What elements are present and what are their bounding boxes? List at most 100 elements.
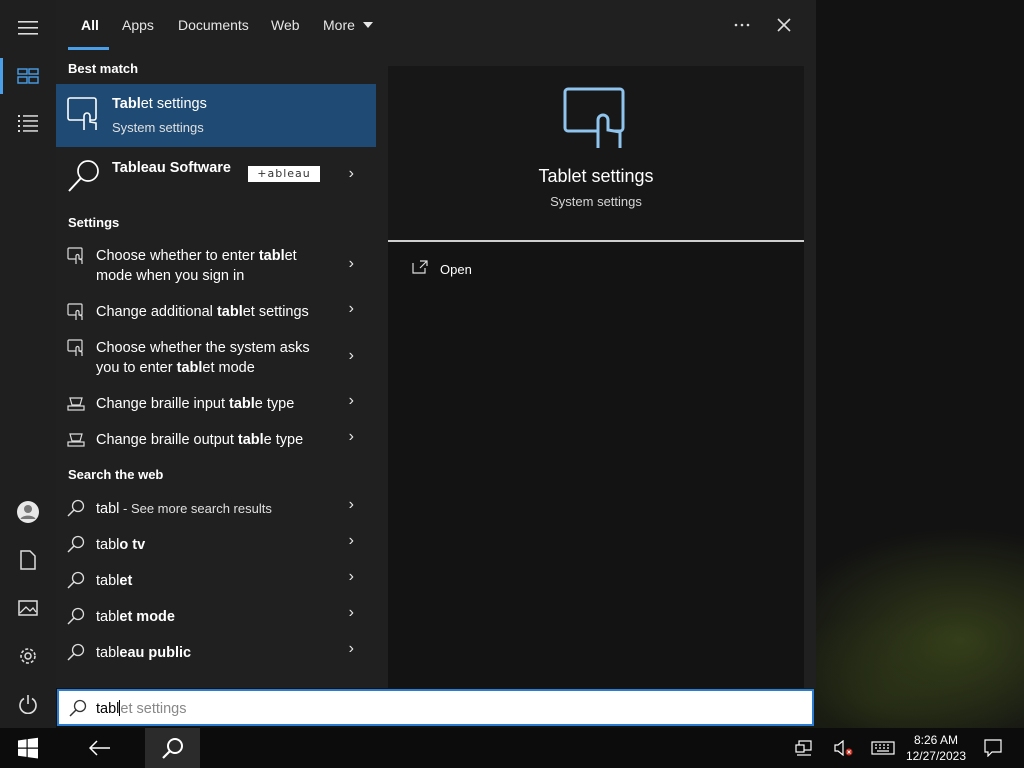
best-match-header: Best match bbox=[68, 61, 139, 76]
pictures-button[interactable] bbox=[0, 584, 56, 632]
search-icon bbox=[69, 699, 87, 717]
volume-button[interactable] bbox=[830, 728, 858, 768]
clock-time: 8:26 AM bbox=[913, 733, 958, 747]
clock-date: 12/27/2023 bbox=[905, 749, 966, 763]
web-search-item[interactable]: tabl - See more search results › bbox=[56, 496, 376, 522]
tablet-mode-icon bbox=[67, 303, 83, 320]
braille-icon bbox=[67, 397, 85, 411]
results-list: Best match Tablet settings System settin… bbox=[56, 52, 376, 688]
tab-more[interactable]: More bbox=[323, 17, 373, 33]
web-search-item[interactable]: tablet › bbox=[56, 568, 376, 594]
gear-icon bbox=[20, 648, 36, 664]
detail-subtitle: System settings bbox=[550, 194, 642, 209]
settings-item[interactable]: Change additional tablet settings › bbox=[56, 300, 376, 326]
chevron-right-icon[interactable]: › bbox=[349, 496, 354, 514]
chevron-right-icon[interactable]: › bbox=[349, 300, 354, 318]
best-match-item[interactable]: Tablet settings System settings bbox=[56, 84, 376, 147]
tableau-title: Tableau Software bbox=[112, 160, 231, 176]
power-icon bbox=[19, 695, 37, 714]
close-button[interactable] bbox=[772, 14, 796, 36]
tab-web[interactable]: Web bbox=[271, 17, 300, 33]
braille-icon bbox=[67, 433, 85, 447]
power-button[interactable] bbox=[0, 680, 56, 728]
all-apps-button[interactable] bbox=[0, 99, 56, 147]
clock[interactable]: 8:26 AM 12/27/2023 bbox=[906, 732, 966, 764]
home-grid-icon bbox=[17, 68, 39, 84]
chevron-right-icon[interactable]: › bbox=[349, 532, 354, 550]
tablet-mode-icon bbox=[67, 247, 83, 264]
back-arrow-icon bbox=[89, 740, 110, 756]
chevron-right-icon[interactable]: › bbox=[349, 392, 354, 410]
close-icon bbox=[777, 18, 791, 32]
open-action[interactable]: Open bbox=[408, 258, 528, 282]
list-icon bbox=[18, 115, 38, 132]
caret-down-icon bbox=[362, 22, 373, 28]
start-button[interactable] bbox=[0, 728, 56, 768]
touch-keyboard-button[interactable] bbox=[868, 728, 898, 768]
home-button[interactable] bbox=[0, 52, 56, 100]
tab-all[interactable]: All bbox=[81, 17, 99, 33]
detail-pane: Tablet settings System settings Open bbox=[388, 66, 804, 688]
tablet-settings-icon bbox=[67, 97, 97, 130]
detail-header: Tablet settings System settings bbox=[388, 66, 804, 242]
account-button[interactable] bbox=[0, 488, 56, 536]
best-match-title: Tablet settings bbox=[112, 96, 207, 112]
settings-item[interactable]: Choose whether to enter tablet mode when… bbox=[56, 242, 376, 288]
settings-item[interactable]: Change braille output table type › bbox=[56, 428, 376, 454]
hamburger-menu-button[interactable] bbox=[0, 4, 56, 52]
ellipsis-icon bbox=[734, 23, 750, 27]
back-button[interactable] bbox=[72, 728, 128, 768]
documents-button[interactable] bbox=[0, 536, 56, 584]
search-icon bbox=[67, 535, 85, 553]
chevron-right-icon[interactable]: › bbox=[349, 568, 354, 586]
search-input[interactable]: tablet settings bbox=[57, 689, 814, 726]
tab-apps[interactable]: Apps bbox=[122, 17, 154, 33]
tablet-mode-icon bbox=[67, 339, 83, 356]
search-taskbar-button[interactable] bbox=[145, 728, 200, 768]
network-button[interactable] bbox=[790, 728, 818, 768]
tableau-logo: +ableau bbox=[248, 166, 320, 182]
search-icon bbox=[67, 607, 85, 625]
settings-header: Settings bbox=[68, 215, 120, 230]
open-icon bbox=[412, 260, 428, 274]
tablet-settings-large-icon bbox=[563, 87, 625, 148]
more-options-button[interactable] bbox=[730, 14, 754, 36]
search-web-header: Search the web bbox=[68, 467, 164, 482]
chevron-right-icon[interactable]: › bbox=[349, 640, 354, 658]
settings-item[interactable]: Change braille input table type › bbox=[56, 392, 376, 418]
web-search-item[interactable]: tablo tv › bbox=[56, 532, 376, 558]
chevron-right-icon[interactable]: › bbox=[349, 604, 354, 622]
detail-title: Tablet settings bbox=[538, 166, 654, 186]
open-label: Open bbox=[440, 262, 472, 277]
settings-item[interactable]: Choose whether the system asks you to en… bbox=[56, 334, 376, 380]
keyboard-icon bbox=[871, 741, 895, 755]
settings-button[interactable] bbox=[0, 632, 56, 680]
network-icon bbox=[795, 740, 812, 756]
search-icon bbox=[67, 643, 85, 661]
search-icon bbox=[67, 499, 85, 517]
tab-documents[interactable]: Documents bbox=[178, 17, 249, 33]
best-match-subtitle: System settings bbox=[112, 120, 204, 135]
chevron-right-icon[interactable]: › bbox=[349, 428, 354, 446]
picture-icon bbox=[18, 600, 38, 616]
chevron-right-icon[interactable]: › bbox=[349, 347, 354, 365]
start-left-rail bbox=[0, 0, 56, 728]
web-search-item[interactable]: tableau public › bbox=[56, 640, 376, 666]
user-avatar-icon bbox=[17, 501, 39, 523]
search-text: tablet settings bbox=[96, 700, 187, 717]
hamburger-icon bbox=[18, 21, 38, 35]
search-icon bbox=[67, 571, 85, 589]
tableau-software-item[interactable]: Tableau Software +ableau › bbox=[56, 152, 376, 198]
search-icon bbox=[68, 160, 99, 192]
taskbar: 8:26 AM 12/27/2023 bbox=[0, 728, 1024, 768]
active-tab-indicator bbox=[68, 47, 109, 50]
search-scope-tabs: All Apps Documents Web More bbox=[56, 0, 816, 52]
web-search-item[interactable]: tablet mode › bbox=[56, 604, 376, 630]
search-panel: All Apps Documents Web More Best match T… bbox=[56, 0, 816, 688]
chevron-right-icon[interactable]: › bbox=[349, 255, 354, 273]
volume-muted-icon bbox=[834, 740, 853, 756]
action-center-button[interactable] bbox=[978, 728, 1008, 768]
notification-icon bbox=[984, 739, 1002, 757]
chevron-right-icon[interactable]: › bbox=[349, 165, 354, 183]
document-icon bbox=[20, 550, 36, 570]
